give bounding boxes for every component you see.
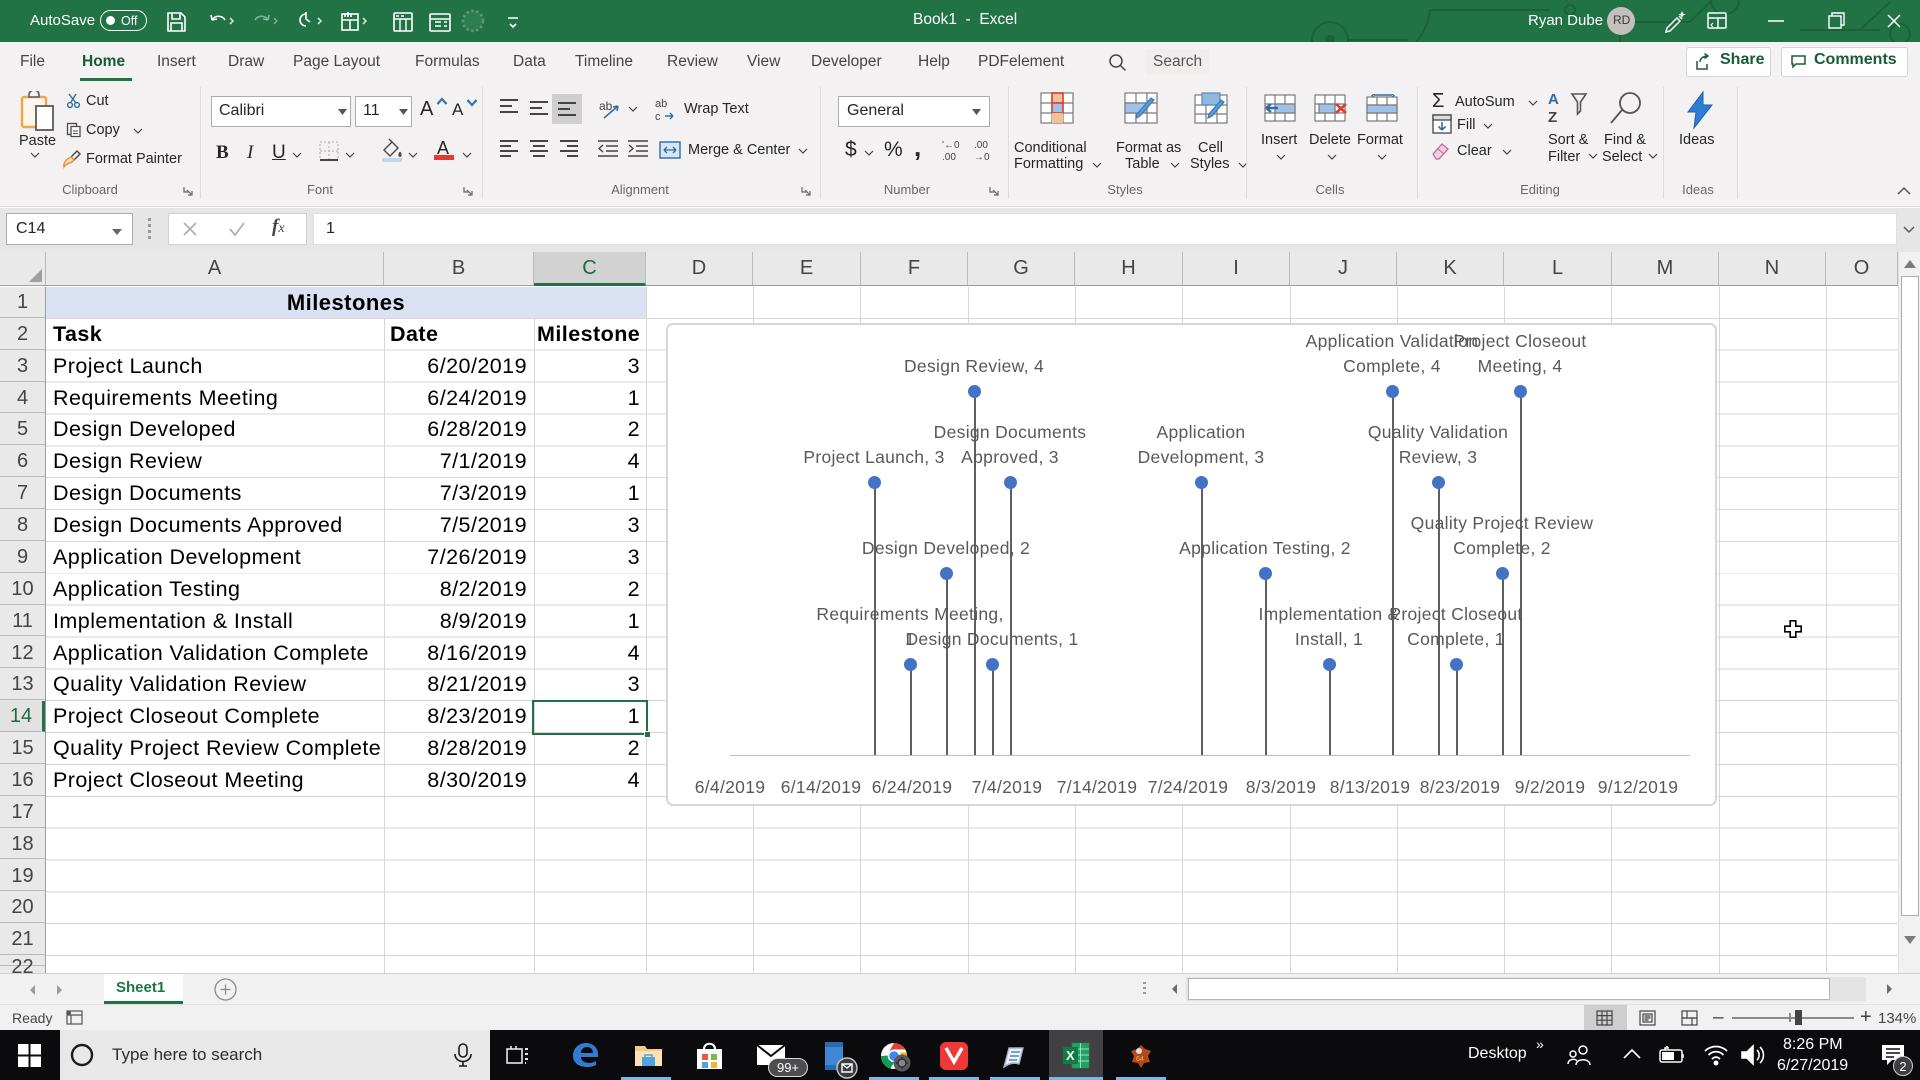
- svg-text:ab: ab: [655, 98, 667, 110]
- svg-text:X: X: [1066, 1048, 1075, 1063]
- svg-text:64: 64: [1136, 1056, 1144, 1063]
- svg-text:←0: ←0: [944, 140, 960, 151]
- svg-text:c: c: [655, 111, 661, 122]
- svg-text:A: A: [1548, 91, 1559, 108]
- svg-text:ab: ab: [599, 99, 613, 113]
- svg-text:.00: .00: [942, 152, 956, 162]
- svg-text:Z: Z: [1548, 109, 1557, 126]
- svg-text:.00: .00: [974, 140, 988, 151]
- svg-text:→0: →0: [974, 152, 990, 162]
